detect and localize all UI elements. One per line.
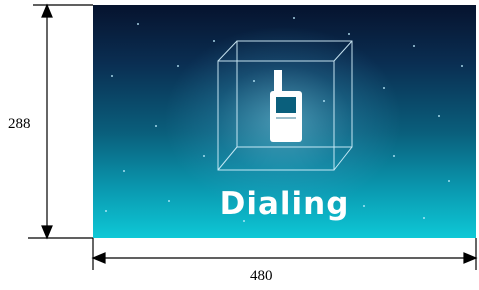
arrowhead-up (41, 3, 53, 18)
height-label: 288 (8, 116, 31, 132)
arrowhead-right (463, 252, 478, 264)
dimension-diagram: Dialing 288 480 (0, 0, 479, 290)
width-label: 480 (250, 268, 273, 284)
dimension-lines (28, 3, 478, 270)
arrowhead-down (41, 225, 53, 240)
arrowhead-left (91, 252, 106, 264)
